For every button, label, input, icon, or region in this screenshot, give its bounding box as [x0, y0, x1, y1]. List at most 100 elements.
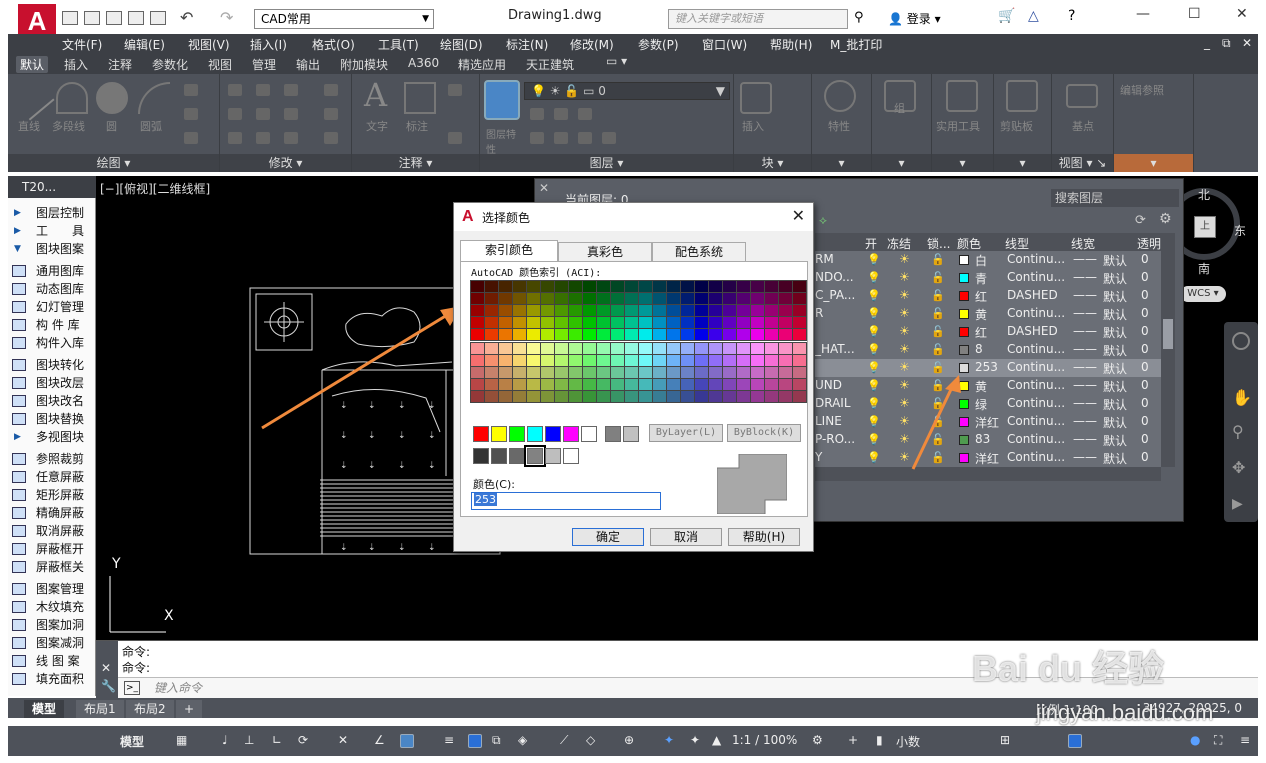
boundary-icon[interactable] [184, 132, 198, 144]
swatch-254[interactable] [545, 448, 561, 464]
palette-item[interactable]: ▶ 多视图块 [8, 428, 96, 446]
aci-swatch[interactable] [471, 329, 484, 340]
aci-swatch[interactable] [653, 329, 666, 340]
aci-swatch[interactable] [779, 317, 792, 328]
showmotion-icon[interactable]: ▶ [1232, 496, 1243, 512]
maximize-button[interactable]: ☐ [1188, 6, 1201, 22]
swatch-250[interactable] [473, 448, 489, 464]
aci-swatch[interactable] [541, 367, 554, 378]
aci-swatch[interactable] [541, 355, 554, 366]
aci-swatch[interactable] [583, 391, 596, 402]
lock-icon[interactable]: 🔓 [931, 307, 945, 320]
doc-close-icon[interactable]: ✕ [1242, 36, 1252, 50]
aci-swatch[interactable] [751, 391, 764, 402]
aci-swatch[interactable] [793, 355, 806, 366]
palette-item[interactable]: 图块转化 [8, 356, 96, 374]
aci-swatch[interactable] [625, 391, 638, 402]
bulb-icon[interactable]: 💡 [867, 253, 881, 266]
aci-swatch[interactable] [723, 367, 736, 378]
aci-swatch[interactable] [737, 379, 750, 390]
redo-icon[interactable]: ↷ [220, 8, 233, 27]
aci-swatch[interactable] [639, 391, 652, 402]
aci-swatch[interactable] [639, 281, 652, 292]
aci-swatch[interactable] [695, 379, 708, 390]
swatch-gray8[interactable] [605, 426, 621, 442]
tab-annotate[interactable]: 注释 [108, 56, 132, 73]
dimension-icon[interactable] [404, 82, 436, 114]
swatch-red[interactable] [473, 426, 489, 442]
aci-swatch[interactable] [793, 317, 806, 328]
bulb-icon[interactable]: 💡 [867, 343, 881, 356]
tab-default[interactable]: 默认 [16, 56, 49, 73]
autoscale-icon[interactable]: ✦ [690, 733, 700, 747]
aci-swatch[interactable] [751, 305, 764, 316]
palette-item[interactable]: 参照裁剪 [8, 450, 96, 468]
aci-swatch[interactable] [751, 343, 764, 354]
lineweight-line-icon[interactable]: —— [1073, 306, 1097, 320]
doc-restore-icon[interactable]: ⧉ [1222, 36, 1231, 51]
layer-panel-close-icon[interactable]: ✕ [539, 181, 549, 195]
aci-swatch[interactable] [499, 379, 512, 390]
text-icon[interactable]: A [364, 76, 387, 114]
trim-icon[interactable] [284, 84, 298, 96]
grid-icon[interactable]: ▦ [176, 733, 187, 747]
lineweight-line-icon[interactable]: —— [1073, 414, 1097, 428]
aci-swatch[interactable] [737, 293, 750, 304]
freeze-sun-icon[interactable]: ☀ [899, 288, 910, 302]
palette-item[interactable]: 填充面积 [8, 670, 96, 688]
aci-swatch[interactable] [667, 343, 680, 354]
color-swatch[interactable] [959, 255, 969, 265]
layer-tool-3-icon[interactable] [578, 108, 592, 120]
aci-swatch[interactable] [611, 305, 624, 316]
swatch-255[interactable] [563, 448, 579, 464]
panel-layers-title[interactable]: 图层 ▾ [480, 154, 733, 172]
aci-swatch[interactable] [583, 379, 596, 390]
aci-swatch[interactable] [667, 367, 680, 378]
col-on[interactable]: 开 [865, 235, 877, 252]
isolate-icon[interactable] [1068, 734, 1082, 748]
erase-icon[interactable] [324, 84, 338, 96]
aci-swatch[interactable] [569, 305, 582, 316]
aci-swatch[interactable] [793, 367, 806, 378]
saveas-icon[interactable] [128, 11, 144, 25]
aci-swatch[interactable] [611, 281, 624, 292]
freeze-sun-icon[interactable]: ☀ [899, 306, 910, 320]
viewcube-top[interactable]: 上 [1194, 216, 1216, 238]
calculator-icon[interactable] [946, 80, 978, 112]
command-grip[interactable]: ✕ 🔧 [96, 641, 118, 699]
aci-swatch[interactable] [793, 343, 806, 354]
aci-swatch[interactable] [737, 343, 750, 354]
aci-swatch[interactable] [765, 329, 778, 340]
lock-icon[interactable]: 🔓 [931, 289, 945, 302]
color-swatch[interactable] [959, 327, 969, 337]
dialog-titlebar[interactable]: A 选择颜色 ✕ [454, 203, 813, 231]
palette-item[interactable]: 图案管理 [8, 580, 96, 598]
aci-swatch[interactable] [471, 379, 484, 390]
gray-colors[interactable] [473, 445, 581, 467]
aci-swatch[interactable] [513, 329, 526, 340]
panel-utility-expand[interactable]: ▾ [932, 154, 993, 172]
swatch-253-selected[interactable] [524, 445, 546, 467]
aci-swatch[interactable] [555, 293, 568, 304]
aci-swatch[interactable] [611, 355, 624, 366]
aci-swatch[interactable] [695, 293, 708, 304]
aci-swatch[interactable] [793, 379, 806, 390]
aci-swatch[interactable] [723, 317, 736, 328]
aci-swatch[interactable] [709, 293, 722, 304]
bulb-icon[interactable]: 💡 [867, 325, 881, 338]
customize-icon[interactable]: ≡ [1240, 733, 1250, 747]
aci-swatch[interactable] [541, 391, 554, 402]
lineweight-line-icon[interactable]: —— [1073, 270, 1097, 284]
layer-row[interactable]: 💡 ☀ 🔓 253 Continu... —— 默认 0 [815, 359, 1161, 377]
aci-swatch[interactable] [723, 355, 736, 366]
layer-tool-5-icon[interactable] [554, 132, 568, 144]
aci-swatch[interactable] [471, 281, 484, 292]
tab-toggle-icon[interactable]: ▭ ▾ [606, 54, 627, 68]
close-button[interactable]: ✕ [1236, 6, 1248, 22]
aci-swatch[interactable] [611, 329, 624, 340]
mirror-icon[interactable] [256, 108, 270, 120]
refresh-icon[interactable]: ⟳ [1135, 213, 1146, 228]
angle-icon[interactable]: ∠ [374, 733, 385, 747]
aci-swatch[interactable] [709, 355, 722, 366]
polar-icon[interactable]: ⟳ [298, 733, 308, 747]
